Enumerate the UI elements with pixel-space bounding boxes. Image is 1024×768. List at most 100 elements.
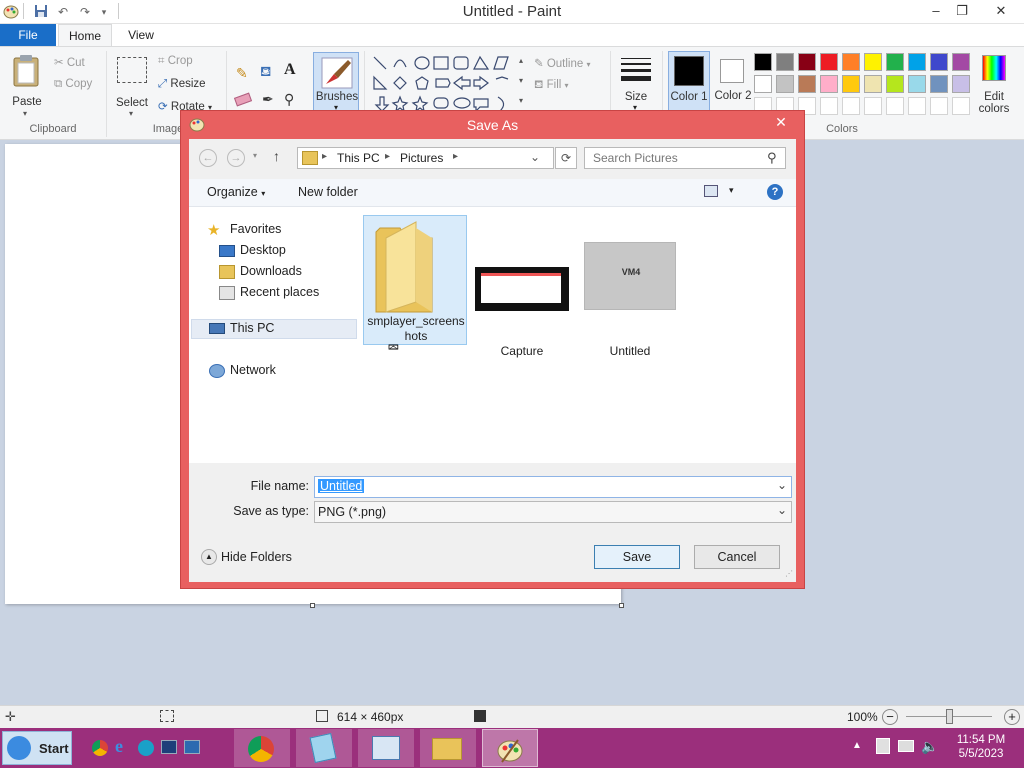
eraser-icon[interactable] [233,92,253,107]
palette-swatch[interactable] [820,53,838,71]
pencil-icon[interactable]: ✎ [236,65,250,81]
hide-folders-icon[interactable]: ▲ [201,549,217,565]
hide-folders-button[interactable]: Hide Folders [221,550,292,564]
ie-quicklaunch-icon[interactable]: e [115,736,123,757]
palette-swatch[interactable] [886,97,904,115]
new-folder-button[interactable]: New folder [298,185,358,199]
action-center-icon[interactable] [876,738,890,754]
fill-bucket-icon[interactable]: ⛾ [260,63,274,79]
address-bar[interactable]: ▸ This PC ▸ Pictures ▸ ⌄ [297,147,554,169]
fill-button[interactable]: ⛾ Fill ▾ [534,78,569,93]
brushes-button[interactable]: Brushes ▾ [313,52,359,118]
palette-swatch[interactable] [952,75,970,93]
palette-swatch[interactable] [798,53,816,71]
taskbar-file-explorer[interactable] [420,729,476,767]
size-button[interactable]: Size ▾ [618,53,654,117]
search-box[interactable]: Search Pictures ⚲ [584,147,786,169]
palette-swatch[interactable] [908,75,926,93]
palette-swatch[interactable] [886,53,904,71]
palette-swatch[interactable] [930,75,948,93]
palette-swatch[interactable] [952,97,970,115]
magnifier-icon[interactable]: ⚲ [284,91,298,107]
palette-swatch[interactable] [886,75,904,93]
resize-handle-corner[interactable] [619,603,624,608]
file-item-selected[interactable]: smplayer_screens hots [363,215,467,345]
dialog-close-button[interactable]: ✕ [765,112,797,132]
palette-swatch[interactable] [798,75,816,93]
forward-icon[interactable]: → [227,149,245,167]
capture-thumbnail[interactable] [475,267,569,311]
edge-quicklaunch-icon[interactable] [138,740,154,756]
back-icon[interactable]: ← [199,149,217,167]
cancel-button[interactable]: Cancel [694,545,780,569]
crop-button[interactable]: ⌗ Crop [158,55,193,68]
taskbar-notepad[interactable] [296,729,352,767]
color1-button[interactable]: Color 1 [668,51,710,117]
nav-desktop[interactable]: Desktop [240,243,286,257]
palette-swatch[interactable] [864,75,882,93]
chrome-quicklaunch-icon[interactable] [92,740,108,756]
size-grip-icon[interactable]: ⋰ [785,569,793,578]
palette-swatch[interactable] [776,75,794,93]
zoom-out-icon[interactable]: − [882,709,898,725]
breadcrumb-this-pc[interactable]: This PC [337,151,380,165]
nav-favorites[interactable]: Favorites [230,222,281,236]
help-icon[interactable]: ? [767,184,783,200]
view-options-icon[interactable]: ▾ [729,185,734,196]
taskbar-paint[interactable] [482,729,538,767]
palette-swatch[interactable] [754,75,772,93]
palette-swatch[interactable] [820,75,838,93]
palette-swatch[interactable] [776,53,794,71]
outline-button[interactable]: ✎ Outline ▾ [534,56,591,70]
file-name-dropdown-icon[interactable]: ⌄ [777,478,787,492]
change-view-icon[interactable] [704,185,718,197]
text-tool-icon[interactable]: A [284,61,296,79]
restore-button[interactable]: ❐ [951,2,973,20]
shapes-gallery[interactable] [370,53,526,115]
tab-file[interactable]: File [0,24,56,46]
taskbar-control-panel[interactable] [358,729,414,767]
file-name-input[interactable]: Untitled ⌄ [314,476,792,498]
volume-icon[interactable]: 🔈 [921,738,938,755]
close-window-button[interactable]: ✕ [990,2,1012,20]
explorer-quicklaunch-icon[interactable] [184,740,200,754]
recent-locations-icon[interactable]: ▾ [253,151,257,160]
zoom-slider-thumb[interactable] [946,709,953,724]
palette-swatch[interactable] [820,97,838,115]
show-hidden-icons[interactable]: ▲ [852,740,862,751]
file-name-untitled[interactable]: Untitled [584,344,676,358]
resize-button[interactable]: ⤢ Resize [158,78,206,91]
zoom-in-icon[interactable]: + [1004,709,1020,725]
taskbar-chrome[interactable] [234,729,290,767]
nav-recent-places[interactable]: Recent places [240,285,319,299]
cut-button[interactable]: ✂ Cut [54,55,85,69]
desktop-quicklaunch-icon[interactable] [161,740,177,754]
save-button[interactable]: Save [594,545,680,569]
tab-view[interactable]: View [118,24,164,46]
refresh-icon[interactable]: ⟳ [555,147,577,169]
address-dropdown-icon[interactable]: ⌄ [530,150,540,164]
network-tray-icon[interactable] [898,740,914,752]
palette-swatch[interactable] [864,97,882,115]
untitled-thumbnail[interactable]: VM4 [584,242,676,310]
up-icon[interactable]: ↑ [273,148,280,164]
minimize-button[interactable]: – [925,2,947,20]
tray-clock[interactable]: 11:54 PM 5/5/2023 [948,733,1014,761]
palette-swatch[interactable] [908,97,926,115]
palette-swatch[interactable] [842,53,860,71]
color-picker-icon[interactable]: ✒ [262,91,276,107]
paste-button[interactable]: Paste ▾ [10,53,44,118]
save-type-select[interactable]: PNG (*.png) ⌄ [314,501,792,523]
nav-downloads[interactable]: Downloads [240,264,302,278]
breadcrumb-pictures[interactable]: Pictures [400,151,443,165]
edit-colors-button[interactable]: Edit colors [976,51,1012,117]
palette-swatch[interactable] [908,53,926,71]
organize-button[interactable]: Organize ▾ [207,185,265,199]
palette-swatch[interactable] [842,75,860,93]
palette-swatch[interactable] [754,53,772,71]
nav-network[interactable]: Network [230,363,276,377]
palette-swatch[interactable] [930,53,948,71]
resize-handle-bottom[interactable] [310,603,315,608]
color2-button[interactable]: Color 2 [714,51,752,117]
palette-swatch[interactable] [930,97,948,115]
